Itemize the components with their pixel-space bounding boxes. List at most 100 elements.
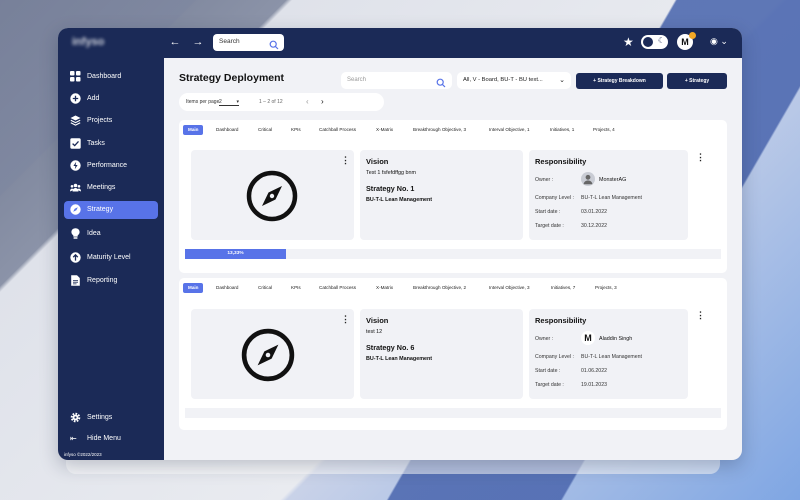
- sidebar-item-label: Tasks: [87, 140, 105, 147]
- more-options-icon[interactable]: ⋮: [341, 156, 350, 165]
- sidebar-item-add[interactable]: Add: [64, 90, 158, 108]
- previous-page-icon[interactable]: ‹: [306, 97, 309, 106]
- tab-projects[interactable]: Projects, 3: [595, 283, 617, 293]
- strategy-search-input[interactable]: Search: [341, 72, 452, 89]
- bulb-icon: [71, 228, 80, 239]
- vision-text: Test 1 fsfefdffgg bnm: [366, 170, 416, 176]
- hide-menu-button[interactable]: ⇤ Hide Menu: [64, 430, 158, 448]
- language-globe-icon[interactable]: ◉ ⌄: [710, 36, 728, 47]
- user-avatar[interactable]: M: [677, 32, 696, 50]
- company-level-value: BU-T-L Lean Management: [581, 195, 642, 201]
- sidebar-item-label: Dashboard: [87, 73, 122, 80]
- notification-dot: [689, 32, 696, 39]
- start-date-value: 03.01.2022: [581, 209, 607, 215]
- more-options-icon[interactable]: ⋮: [696, 311, 705, 320]
- report-icon: [71, 275, 80, 286]
- person-icon: [583, 174, 593, 185]
- owner-label: Owner :: [535, 177, 554, 183]
- filter-select[interactable]: All, V - Board, BU-T - BU text... ⌄: [457, 72, 571, 89]
- sidebar-item-projects[interactable]: Projects: [64, 112, 158, 130]
- tab-breakthrough-objective[interactable]: Breakthrough Objective, 2: [413, 283, 466, 293]
- pagination: Items per page 2 ▾ 1 – 2 of 12 ‹ ›: [179, 93, 384, 111]
- sidebar-item-label: Add: [87, 95, 100, 102]
- more-options-icon[interactable]: ⋮: [696, 153, 705, 162]
- sidebar-item-reporting[interactable]: Reporting: [64, 272, 158, 290]
- owner-avatar: M: [581, 331, 595, 345]
- search-icon[interactable]: [269, 37, 279, 55]
- sidebar-item-settings[interactable]: Settings: [64, 409, 158, 427]
- tab-dashboard[interactable]: Dashboard: [216, 283, 238, 293]
- business-unit: BU-T-L Lean Management: [366, 197, 433, 203]
- lightning-icon: [70, 160, 81, 171]
- tab-interval-objective[interactable]: Interval Objective, 3: [489, 283, 530, 293]
- plus-circle-icon: [70, 93, 81, 104]
- tab-x-matrix[interactable]: X-Matrix: [376, 283, 393, 293]
- items-per-page-label: Items per page: [186, 99, 220, 105]
- filter-select-value: All, V - Board, BU-T - BU text...: [463, 77, 543, 83]
- tab-breakthrough-objective[interactable]: Breakthrough Objective, 3: [413, 125, 466, 135]
- favorite-star-icon[interactable]: ★: [623, 35, 634, 49]
- settings-label: Settings: [87, 414, 113, 421]
- compass-icon: [241, 328, 295, 382]
- sidebar-item-dashboard[interactable]: Dashboard: [64, 68, 158, 86]
- tab-interval-objective[interactable]: Interval Objective, 1: [489, 125, 530, 135]
- sidebar-item-label: Strategy: [87, 206, 114, 213]
- tab-kpis[interactable]: KPIs: [291, 283, 301, 293]
- progress-fill: 13,33%: [185, 249, 286, 259]
- sidebar: Dashboard Add Projects Tasks Performance…: [58, 58, 164, 460]
- tab-initiatives[interactable]: Initiatives, 1: [550, 125, 574, 135]
- top-bar: infyso ← → Search ★ ☾ M ◉ ⌄: [58, 28, 742, 58]
- tab-critical[interactable]: Critical: [258, 283, 272, 293]
- strategy-image-panel: ⋮: [191, 309, 354, 399]
- top-search-input[interactable]: Search: [213, 34, 284, 51]
- owner-name: Aladdin Singh: [599, 336, 633, 342]
- sidebar-item-meetings[interactable]: Meetings: [64, 179, 158, 197]
- next-page-icon[interactable]: ›: [321, 97, 324, 106]
- more-options-icon[interactable]: ⋮: [341, 315, 350, 324]
- target-date-value: 19.01.2023: [581, 382, 607, 388]
- forward-arrow-icon[interactable]: →: [191, 35, 205, 49]
- moon-icon: ☾: [657, 36, 665, 45]
- tab-main[interactable]: Main: [183, 125, 204, 135]
- main-content: Strategy Deployment Search All, V - Boar…: [164, 58, 742, 460]
- version-text: infyso ©2022/2023: [64, 452, 102, 457]
- arrow-up-circle-icon: [70, 252, 81, 263]
- tab-dashboard[interactable]: Dashboard: [216, 125, 238, 135]
- business-unit: BU-T-L Lean Management: [366, 356, 433, 362]
- tab-projects[interactable]: Projects, 4: [593, 125, 615, 135]
- collapse-arrow-icon: ⇤: [70, 434, 77, 443]
- sidebar-item-idea[interactable]: Idea: [64, 225, 158, 243]
- vision-panel: Vision Test 1 fsfefdffgg bnm Strategy No…: [360, 150, 523, 240]
- tab-x-matrix[interactable]: X-Matrix: [376, 125, 393, 135]
- search-icon[interactable]: [436, 75, 446, 93]
- back-arrow-icon[interactable]: ←: [168, 35, 182, 49]
- tab-critical[interactable]: Critical: [258, 125, 272, 135]
- tab-catchball-process[interactable]: Catchball Process: [319, 283, 356, 293]
- people-icon: [70, 183, 81, 192]
- sidebar-item-label: Projects: [87, 117, 113, 124]
- tab-catchball-process[interactable]: Catchball Process: [319, 125, 356, 135]
- theme-toggle[interactable]: ☾: [641, 35, 668, 49]
- strategy-search-placeholder: Search: [347, 77, 367, 83]
- company-level-label: Company Level :: [535, 195, 574, 201]
- tab-kpis[interactable]: KPIs: [291, 125, 301, 135]
- owner-avatar: [581, 172, 595, 186]
- strategy-card: Main Dashboard Critical KPIs Catchball P…: [179, 278, 727, 430]
- top-search-placeholder: Search: [219, 38, 240, 45]
- sidebar-item-maturity-level[interactable]: Maturity Level: [64, 249, 158, 267]
- app-logo[interactable]: infyso: [72, 36, 104, 48]
- owner-avatar-letter: M: [584, 333, 592, 343]
- add-strategy-button[interactable]: + Strategy: [667, 73, 727, 89]
- sidebar-item-strategy[interactable]: Strategy: [64, 201, 158, 219]
- sidebar-item-performance[interactable]: Performance: [64, 157, 158, 175]
- start-date-value: 01.06.2022: [581, 368, 607, 374]
- owner-name: MonsterAG: [599, 177, 627, 183]
- tab-main[interactable]: Main: [183, 283, 204, 293]
- page-title: Strategy Deployment: [179, 72, 285, 84]
- hide-menu-label: Hide Menu: [87, 435, 121, 442]
- progress-bar: [185, 408, 721, 418]
- add-strategy-breakdown-button[interactable]: + Strategy Breakdown: [576, 73, 663, 89]
- sidebar-item-tasks[interactable]: Tasks: [64, 135, 158, 153]
- items-per-page-select[interactable]: 2 ▾: [219, 99, 239, 106]
- tab-initiatives[interactable]: Initiatives, 7: [551, 283, 575, 293]
